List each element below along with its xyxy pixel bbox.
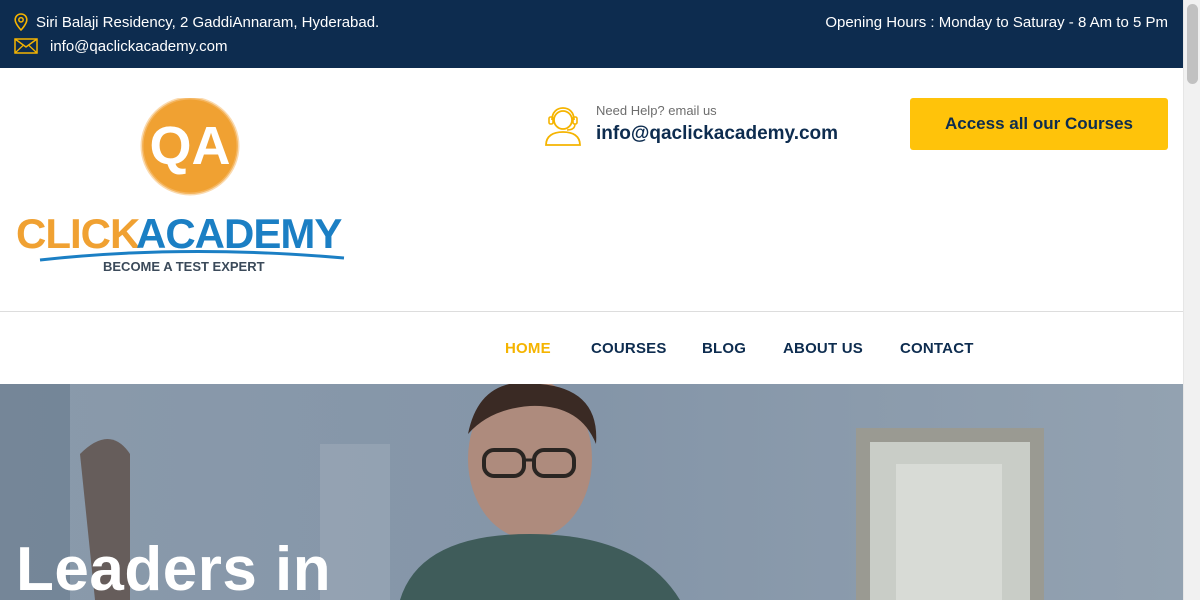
nav-item-courses[interactable]: COURSES (591, 340, 667, 357)
main-nav: HOME COURSES BLOG ABOUT US CONTACT (0, 313, 1183, 384)
logo-wordmark-click: CLICK (16, 210, 140, 257)
nav-item-about-us[interactable]: ABOUT US (783, 340, 863, 357)
location-pin-icon (14, 12, 36, 32)
topbar-email-link[interactable]: info@qaclickacademy.com (50, 38, 228, 55)
hero-title: Leaders in (16, 535, 332, 600)
top-info-bar: Siri Balaji Residency, 2 GaddiAnnaram, H… (0, 0, 1183, 68)
help-email-link[interactable]: info@qaclickacademy.com (596, 121, 838, 147)
logo-wordmark-academy: ACADEMY (136, 210, 342, 257)
nav-item-blog[interactable]: BLOG (702, 340, 746, 357)
page: Siri Balaji Residency, 2 GaddiAnnaram, H… (0, 0, 1200, 600)
nav-item-contact[interactable]: CONTACT (900, 340, 974, 357)
help-contact: Need Help? email us info@qaclickacademy.… (543, 102, 838, 147)
site-logo[interactable]: QA CLICK ACADEMY BECOME A TEST EXPERT (14, 96, 366, 278)
address-row: Siri Balaji Residency, 2 GaddiAnnaram, H… (14, 12, 379, 32)
logo-monogram: QA (150, 116, 231, 176)
email-row[interactable]: info@qaclickacademy.com (14, 36, 228, 56)
help-label: Need Help? email us (596, 103, 717, 118)
nav-item-home[interactable]: HOME (505, 340, 551, 357)
envelope-icon (14, 36, 50, 56)
page-scrollbar[interactable] (1183, 0, 1200, 600)
opening-hours: Opening Hours : Monday to Saturay - 8 Am… (825, 14, 1168, 31)
site-header: QA CLICK ACADEMY BECOME A TEST EXPERT Ne… (0, 68, 1183, 312)
access-courses-button[interactable]: Access all our Courses (910, 98, 1168, 150)
address-text: Siri Balaji Residency, 2 GaddiAnnaram, H… (36, 13, 380, 31)
hero-banner: Leaders in (0, 384, 1183, 600)
logo-tagline: BECOME A TEST EXPERT (103, 259, 265, 274)
help-text: Need Help? email us info@qaclickacademy.… (596, 102, 838, 147)
scrollbar-thumb[interactable] (1187, 4, 1198, 84)
support-agent-icon (543, 104, 583, 146)
